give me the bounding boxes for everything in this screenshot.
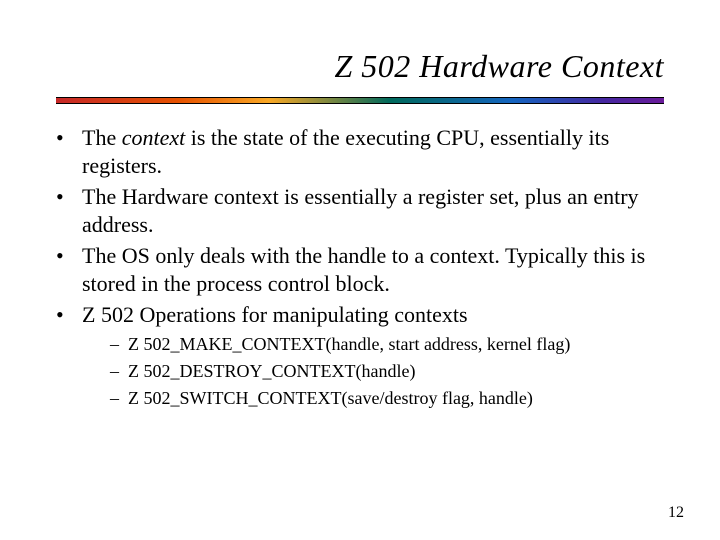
title-underline — [56, 97, 664, 104]
text: Z 502_MAKE_CONTEXT(handle, start address… — [128, 334, 570, 354]
sub-bullet-list: Z 502_MAKE_CONTEXT(handle, start address… — [82, 331, 664, 412]
bullet-list: The context is the state of the executin… — [56, 124, 664, 412]
slide-title: Z 502 Hardware Context — [0, 0, 720, 93]
text-emphasis: context — [122, 125, 186, 150]
list-item: Z 502_MAKE_CONTEXT(handle, start address… — [110, 331, 664, 358]
text: The — [82, 125, 122, 150]
text: Z 502_DESTROY_CONTEXT(handle) — [128, 361, 415, 381]
list-item: Z 502_DESTROY_CONTEXT(handle) — [110, 358, 664, 385]
text: The Hardware context is essentially a re… — [82, 184, 639, 237]
list-item: The Hardware context is essentially a re… — [56, 183, 664, 238]
page-number: 12 — [668, 504, 684, 522]
slide: Z 502 Hardware Context The context is th… — [0, 0, 720, 540]
text: The OS only deals with the handle to a c… — [82, 243, 645, 296]
text: Z 502_SWITCH_CONTEXT(save/destroy flag, … — [128, 388, 533, 408]
slide-body: The context is the state of the executin… — [0, 104, 720, 412]
text: Z 502 Operations for manipulating contex… — [82, 302, 468, 327]
list-item: Z 502_SWITCH_CONTEXT(save/destroy flag, … — [110, 385, 664, 412]
list-item: Z 502 Operations for manipulating contex… — [56, 301, 664, 412]
list-item: The OS only deals with the handle to a c… — [56, 242, 664, 297]
list-item: The context is the state of the executin… — [56, 124, 664, 179]
